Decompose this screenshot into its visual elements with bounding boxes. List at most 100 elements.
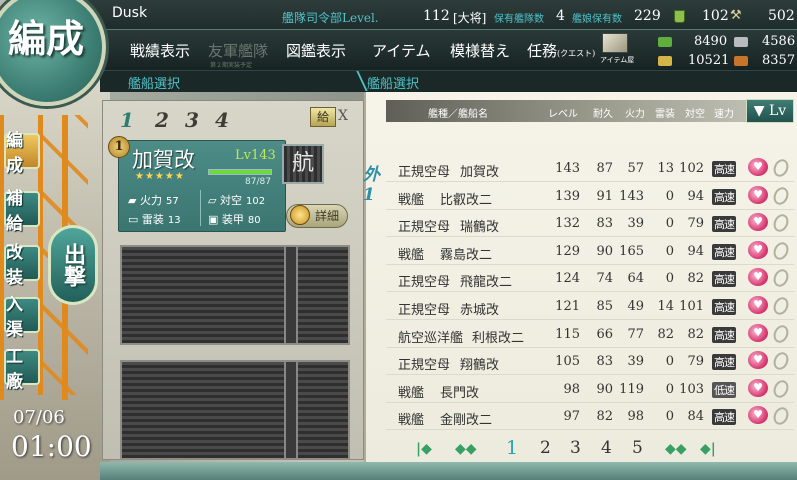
lock-heart-icon[interactable]: ♥ [748,296,768,314]
pager-page-4[interactable]: 4 [601,438,612,458]
marriage-ring-icon [770,350,792,373]
stat-aa: ▱ 対空 102 [208,194,266,207]
ship-name-cell: 瑞鶴改 [460,220,500,236]
nav-repair[interactable]: 入渠 [4,295,40,340]
ship-hp-cell: 91 [596,188,613,204]
nav-arsenal[interactable]: 工廠 [4,347,40,392]
sortie-button[interactable]: 出撃 [48,225,98,305]
nav-remodel[interactable]: 改装 [4,243,40,288]
ship-type: 正規空母 [398,303,451,318]
lock-heart-icon[interactable]: ♥ [748,213,768,232]
fuel-count: 8490 [694,34,728,49]
ammo-count: 10521 [688,53,730,68]
pager-first-arrow[interactable]: |◆ [416,441,432,457]
pager-last-arrow[interactable]: ◆| [700,441,716,457]
ship-type: 正規空母 [398,220,451,236]
close-icon[interactable]: X [338,108,348,124]
ship-torpedo-cell: 0 [665,409,674,425]
stat-armor: ▣ 装甲 80 [208,213,261,226]
lock-heart-icon[interactable]: ♥ [748,268,768,287]
menu-furniture[interactable]: 模様替え [450,40,510,61]
menu-items[interactable]: アイテム [372,40,431,61]
stat-armor-label: 装甲 [221,213,244,226]
ship-firepower-cell: 165 [619,243,644,259]
marriage-ring-icon [770,184,792,207]
fleet-tab-3[interactable]: 3 [185,108,199,132]
ship-speed-tag: 高速 [712,161,736,177]
ship-level-cell: 143 [555,161,580,176]
ship-level: Lv143 [235,148,276,163]
ship-speed-tag: 低速 [712,381,736,398]
marriage-ring-icon [770,267,792,290]
sort-order-button[interactable]: ▼ Lv [746,99,794,123]
ship-torpedo-cell: 0 [665,271,674,287]
ship-list-row[interactable]: 正規空母 瑞鶴改 132 83 39 0 79 高速 ♥ [386,210,794,238]
ship-firepower-cell: 119 [619,381,644,397]
nav-supply[interactable]: 補給 [4,189,40,234]
menu-quests[interactable]: 任務(クエスト) [527,40,595,61]
lock-heart-icon[interactable]: ♥ [748,378,768,397]
pager-prev-arrow[interactable]: ◆◆ [455,441,477,457]
ship-list-row[interactable]: 戦艦 霧島改二 129 90 165 0 94 高速 ♥ [386,238,794,265]
hq-level-value: 112 [423,8,450,24]
marriage-ring-icon [770,156,792,180]
pager-page-5[interactable]: 5 [632,438,643,458]
menu-friend-fleet-sub: 第２期実装予定 [210,62,253,69]
ship-list-row[interactable]: 航空巡洋艦 利根改二 115 66 77 82 82 高速 ♥ [386,321,794,348]
lock-heart-icon[interactable]: ♥ [748,406,768,425]
marriage-ring-icon [770,377,792,400]
header-torpedo: 雷装 [655,109,675,120]
fleet-tab-4[interactable]: 4 [215,108,229,132]
lock-heart-icon[interactable]: ♥ [748,240,768,259]
ship-hp-cell: 83 [596,216,613,232]
ship-name-cell: 赤城改 [460,303,500,318]
menu-encyclopedia[interactable]: 図鑑表示 [286,40,346,61]
ship-speed-tag: 高速 [712,188,736,205]
ship-type: 正規空母 [398,165,451,180]
ship-list-row[interactable]: 正規空母 翔鶴改 105 83 39 0 79 高速 ♥ [386,348,794,376]
fleet-tab-1[interactable]: 1 [120,108,134,132]
ship-type: 戦艦 [398,247,425,263]
stat-aa-label: 対空 [219,194,242,207]
clock-time: 01:00 [11,430,92,463]
header-type-name: 艦種／艦船名 [428,109,488,120]
header-speed: 速力 [714,109,734,120]
fleet-tab-2[interactable]: 2 [155,108,169,132]
lock-heart-icon[interactable]: ♥ [748,351,768,370]
pager-next-arrow[interactable]: ◆◆ [665,441,687,457]
nav-organize[interactable]: 編成 [4,131,40,176]
ship-speed-tag: 高速 [712,299,736,315]
menu-record[interactable]: 戦績表示 [130,40,190,61]
empty-ship-slot[interactable] [120,360,350,460]
ship-list-row[interactable]: 戦艦 比叡改二 139 91 143 0 94 高速 ♥ [386,183,794,210]
ship-list-row[interactable]: 正規空母 加賀改 143 87 57 13 102 高速 ♥ [386,155,794,182]
item-shop-icon[interactable] [602,33,628,53]
header-hp: 耐久 [593,109,613,120]
quick-supply-button[interactable]: 給 [310,107,336,127]
item-shop-label: アイテム屋 [600,56,635,64]
pager-page-1[interactable]: 1 [506,437,518,459]
ship-aa-cell: 94 [687,188,704,204]
ship-list-row[interactable]: 戦艦 金剛改二 97 82 98 0 84 高速 ♥ [386,403,794,431]
ship-list-row[interactable]: 正規空母 飛龍改二 124 74 64 0 82 高速 ♥ [386,265,794,293]
lock-heart-icon[interactable]: ♥ [748,185,768,204]
lock-heart-icon[interactable]: ♥ [748,158,768,176]
ship-level-cell: 105 [555,354,580,370]
shipgirl-count-label: 艦娘保有数 [572,14,622,25]
pager-page-2[interactable]: 2 [540,438,551,458]
player-name: Dusk [112,5,148,21]
ship-list-row[interactable]: 正規空母 赤城改 121 85 49 14 101 高速 ♥ [386,293,794,320]
ship-list-row[interactable]: 戦艦 長門改 98 90 119 0 103 低速 ♥ [386,376,794,403]
menu-quests-sub: (クエスト) [557,49,596,58]
pager-page-3[interactable]: 3 [570,438,581,458]
ship-speed-tag: 高速 [712,409,736,426]
admiral-rank: [大将] [453,11,487,25]
repair-bucket-icon [674,10,685,23]
ship-hp-cell: 90 [596,381,613,397]
empty-ship-slot[interactable] [120,245,350,345]
breadcrumb-right: 艦船選択 [367,77,420,92]
lock-heart-icon[interactable]: ♥ [748,323,768,342]
ship-torpedo-cell: 0 [665,381,674,397]
stat-firepower-label: 火力 [139,194,162,207]
ship-name-cell: 比叡改二 [440,192,493,208]
